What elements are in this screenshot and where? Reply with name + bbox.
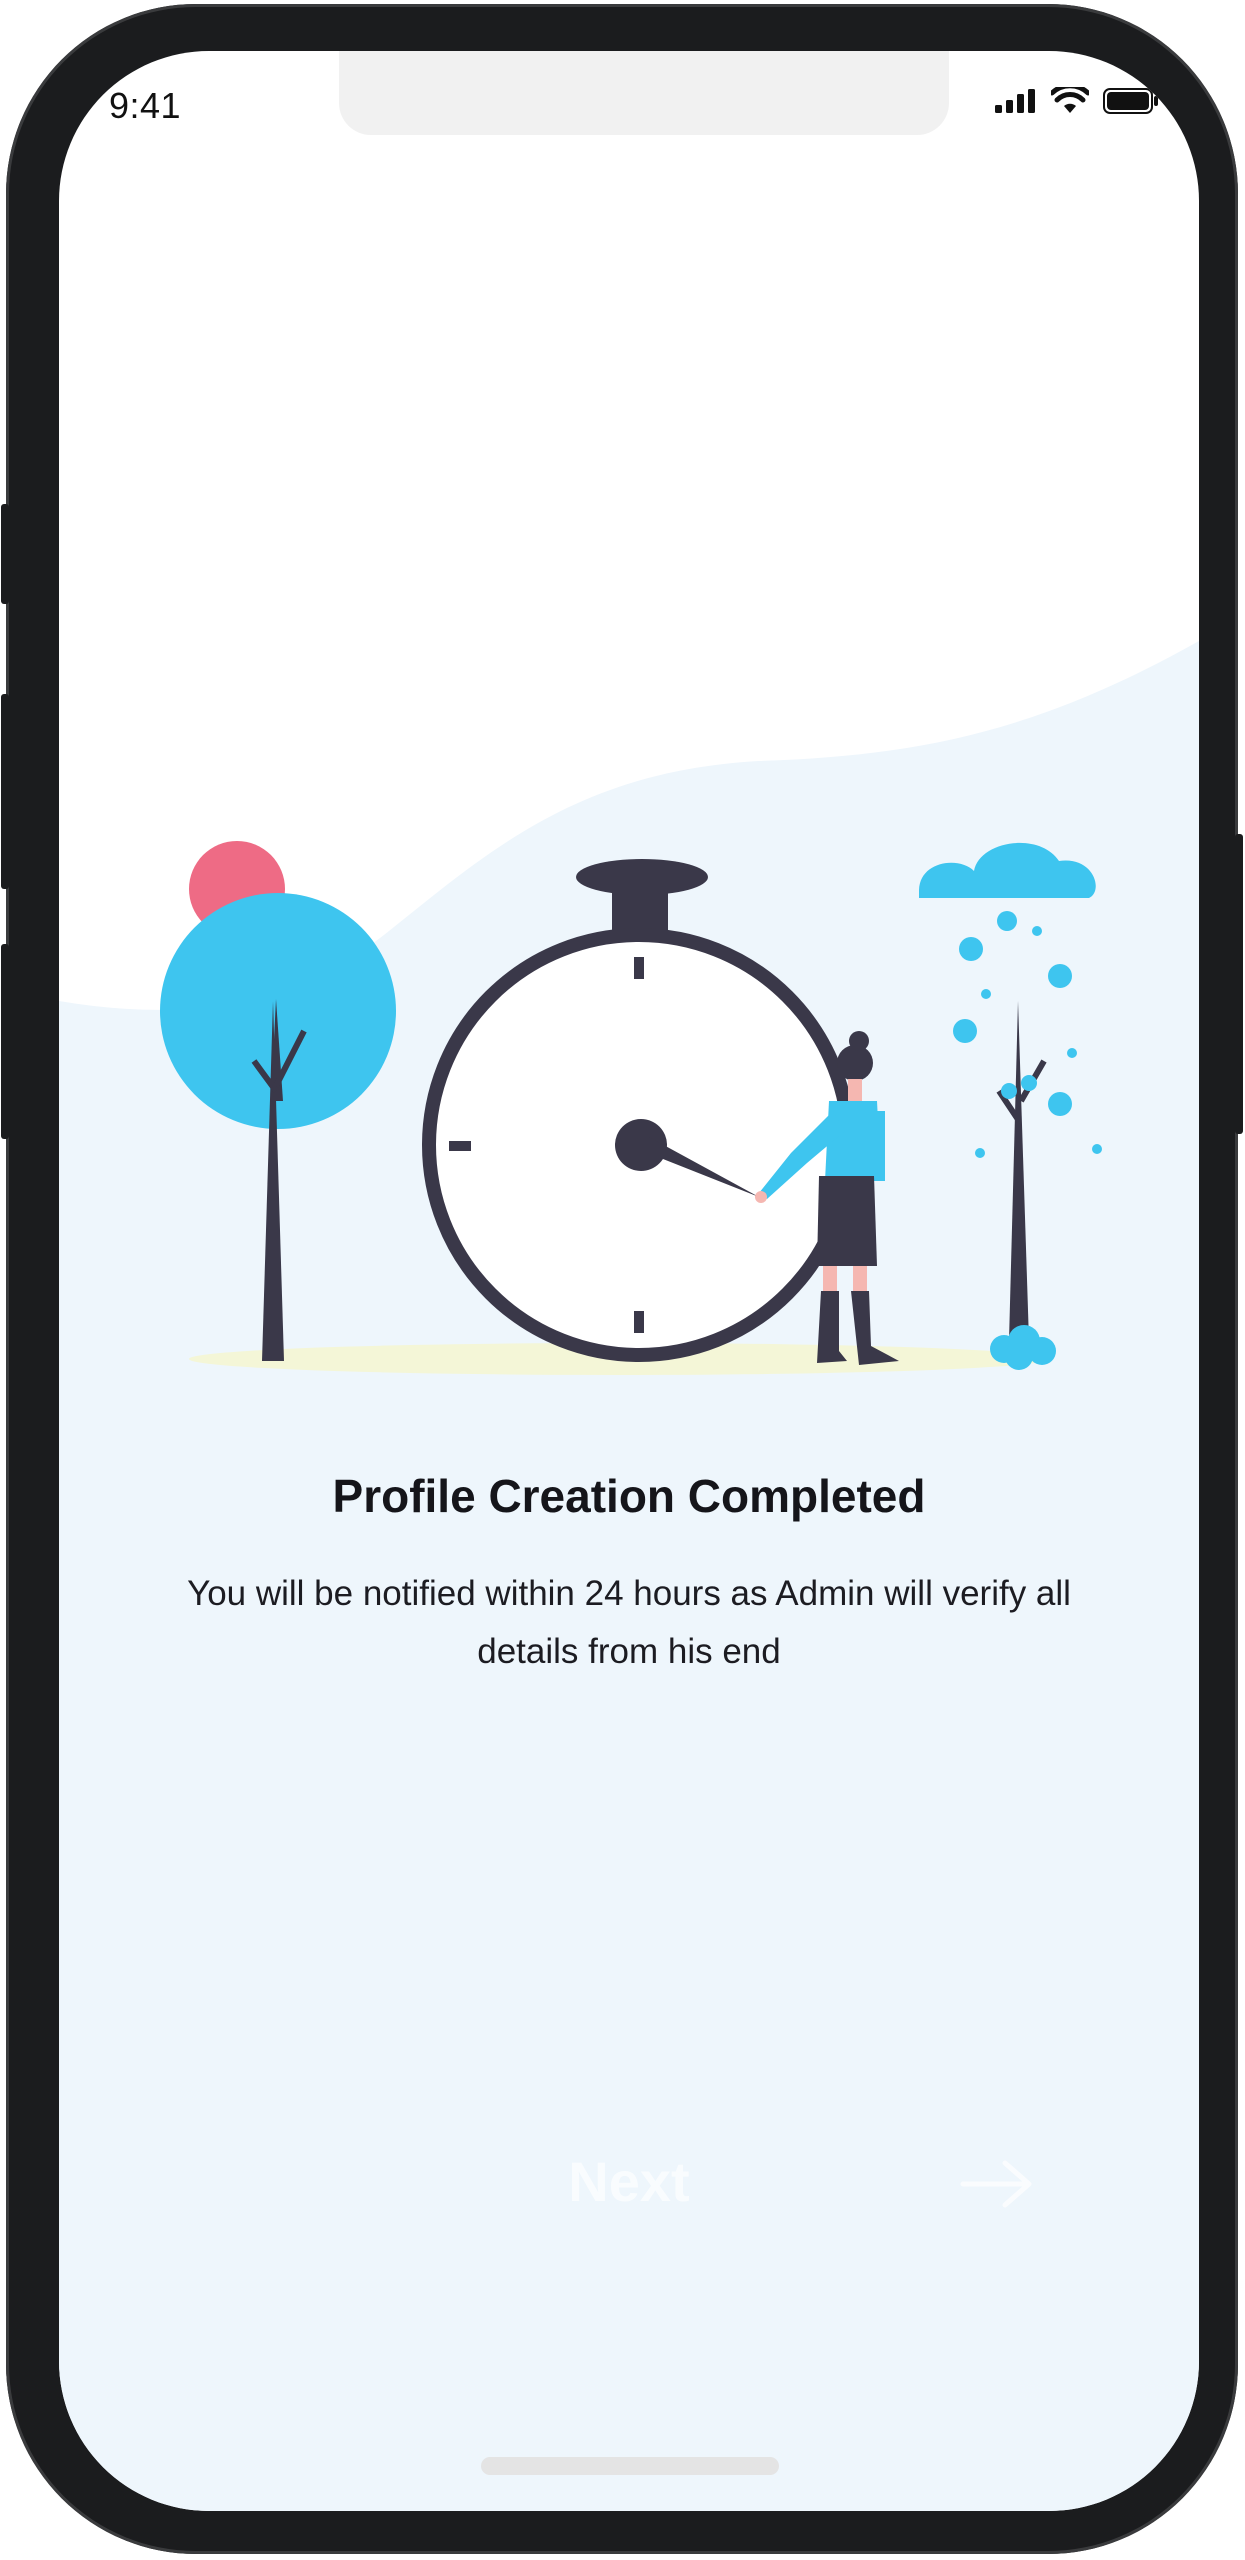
- app-screen: 9:41 Profile Creation Completed You will…: [59, 51, 1199, 2511]
- arrow-right-icon[interactable]: [959, 2159, 1035, 2209]
- stopwatch: [422, 859, 856, 1362]
- volume-down-button: [1, 944, 9, 1139]
- right-tree: [919, 842, 1102, 1370]
- home-indicator: [481, 2457, 779, 2475]
- power-button: [1235, 834, 1243, 1134]
- stopwatch-illustration: [160, 841, 1102, 1375]
- confirmation-message: You will be notified within 24 hours as …: [187, 1574, 1071, 1671]
- left-tree: [160, 841, 396, 1361]
- volume-up-button: [1, 694, 9, 889]
- phone-frame: 9:41 Profile Creation Completed You will…: [1, 4, 1243, 2554]
- page-title: Profile Creation Completed: [332, 1470, 926, 1522]
- mute-switch: [1, 504, 9, 604]
